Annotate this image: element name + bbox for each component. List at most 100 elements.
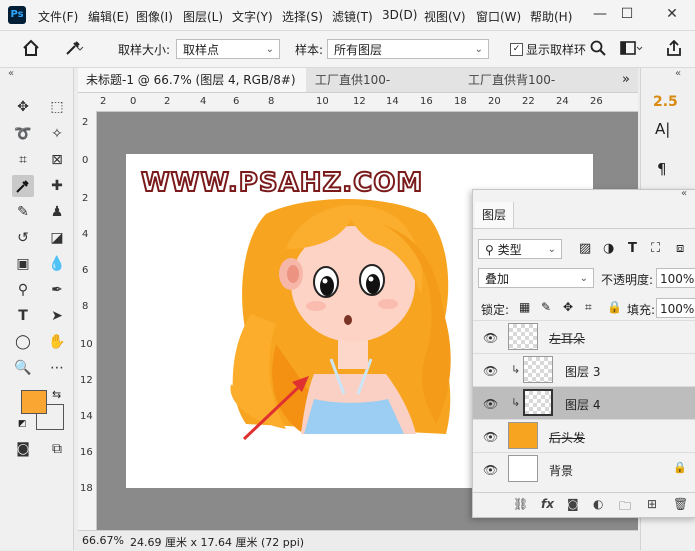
- sample-select[interactable]: 所有图层 ⌄: [327, 39, 489, 59]
- filter-adjustment-icon[interactable]: ◑: [603, 241, 614, 256]
- move-tool-icon[interactable]: ✥: [12, 96, 34, 118]
- menu-window[interactable]: 窗口(W): [476, 8, 521, 25]
- trash-icon[interactable]: 🗑: [673, 497, 688, 511]
- layer-name[interactable]: 图层 4: [565, 396, 600, 413]
- eyedropper-tool-icon[interactable]: [12, 175, 34, 197]
- sample-label: 样本:: [295, 43, 324, 57]
- search-icon[interactable]: [590, 40, 606, 59]
- more-tools-icon[interactable]: ⋯: [46, 357, 68, 379]
- filter-kind-select[interactable]: ⚲ 类型 ⌄: [478, 239, 562, 259]
- tab-untitled-1[interactable]: 未标题-1 @ 66.7% (图层 4, RGB/8#) *×: [78, 68, 306, 111]
- menu-image[interactable]: 图像(I): [136, 8, 173, 25]
- layer-row-layer-3[interactable]: 👁 ↳ 图层 3: [473, 353, 695, 387]
- frame-tool-icon[interactable]: ⊠: [46, 149, 68, 171]
- clone-stamp-tool-icon[interactable]: ♟: [46, 201, 68, 223]
- link-icon[interactable]: ⛓: [513, 497, 528, 511]
- quick-mask-icon[interactable]: ◙: [12, 438, 34, 460]
- filter-type-icon[interactable]: T: [628, 241, 637, 256]
- dodge-tool-icon[interactable]: ⚲: [12, 279, 34, 301]
- folder-icon[interactable]: 🗀: [619, 497, 631, 518]
- fill-input[interactable]: 100%: [656, 298, 695, 318]
- blend-mode-select[interactable]: 叠加 ⌄: [478, 268, 594, 288]
- hand-tool-icon[interactable]: ✋: [46, 331, 68, 353]
- visibility-eye-icon[interactable]: 👁: [483, 463, 498, 477]
- mask-icon[interactable]: ◙: [567, 497, 579, 511]
- menu-filter[interactable]: 滤镜(T): [332, 8, 373, 25]
- layer-row-background[interactable]: 👁 背景 🔒: [473, 452, 695, 486]
- menu-help[interactable]: 帮助(H): [530, 8, 572, 25]
- zoom-tool-icon[interactable]: 🔍: [12, 357, 34, 379]
- blur-tool-icon[interactable]: 💧: [46, 253, 68, 275]
- tab-layers[interactable]: 图层: [475, 202, 514, 228]
- layer-name[interactable]: 左耳朵: [549, 330, 585, 347]
- visibility-eye-icon[interactable]: 👁: [483, 430, 498, 444]
- path-selection-tool-icon[interactable]: ➤: [46, 305, 68, 327]
- lock-all-icon[interactable]: 🔒: [607, 300, 622, 314]
- layer-row-left-ear[interactable]: 👁 左耳朵: [473, 320, 695, 354]
- lock-pixels-icon[interactable]: ✎: [541, 300, 551, 314]
- filter-pixel-icon[interactable]: ▨: [579, 241, 591, 256]
- screen-mode-icon[interactable]: ⧉: [46, 438, 68, 460]
- paragraph-panel-icon[interactable]: ¶: [657, 160, 667, 178]
- menu-view[interactable]: 视图(V): [424, 8, 466, 25]
- lasso-tool-icon[interactable]: ➰: [12, 123, 34, 145]
- swap-colors-icon[interactable]: ⇆: [52, 388, 61, 401]
- menu-select[interactable]: 选择(S): [282, 8, 323, 25]
- layer-name[interactable]: 背景: [549, 462, 573, 479]
- filter-smart-object-icon[interactable]: ⧈: [676, 241, 684, 256]
- sample-size-select[interactable]: 取样点 ⌄: [176, 39, 280, 59]
- healing-brush-tool-icon[interactable]: ✚: [46, 175, 68, 197]
- tabs-overflow-icon[interactable]: »: [622, 72, 630, 87]
- visibility-eye-icon[interactable]: 👁: [483, 331, 498, 345]
- layer-row-layer-4[interactable]: 👁 ↳ 图层 4: [473, 386, 695, 420]
- opacity-input[interactable]: 100%: [656, 268, 695, 288]
- close-button[interactable]: ✕: [662, 4, 682, 24]
- visibility-eye-icon[interactable]: 👁: [483, 364, 498, 378]
- menu-file[interactable]: 文件(F): [38, 8, 78, 25]
- new-layer-icon[interactable]: ⊞: [647, 497, 657, 511]
- type-tool-icon[interactable]: T: [12, 305, 34, 327]
- brush-tool-icon[interactable]: ✎: [12, 201, 34, 223]
- layer-name[interactable]: 后头发: [549, 429, 585, 446]
- version-value[interactable]: 2.5: [653, 94, 678, 110]
- sample-value: 所有图层: [334, 43, 383, 57]
- layer-row-back-hair[interactable]: 👁 后头发: [473, 419, 695, 453]
- lock-artboard-icon[interactable]: ⌗: [585, 300, 592, 315]
- menu-3d[interactable]: 3D(D): [382, 8, 417, 22]
- tab-factory-100-200[interactable]: 工厂直供100-200.psd×: [307, 68, 459, 111]
- show-ring-checkbox[interactable]: ✓: [510, 43, 523, 56]
- magic-wand-tool-icon[interactable]: ✧: [46, 123, 68, 145]
- menu-edit[interactable]: 编辑(E): [88, 8, 129, 25]
- collapse-icon[interactable]: «: [681, 188, 687, 199]
- visibility-eye-icon[interactable]: 👁: [483, 397, 498, 411]
- home-icon[interactable]: [22, 39, 40, 60]
- lock-transparent-icon[interactable]: ▦: [519, 300, 530, 314]
- menu-type[interactable]: 文字(Y): [232, 8, 273, 25]
- crop-tool-icon[interactable]: ⌗: [12, 149, 34, 171]
- character-panel-icon[interactable]: A|: [655, 120, 670, 138]
- adjustment-icon[interactable]: ◐: [593, 497, 603, 511]
- share-icon[interactable]: [666, 39, 682, 60]
- search-icon: ⚲: [485, 243, 494, 257]
- eyedropper-preset-icon[interactable]: [64, 39, 86, 60]
- maximize-button[interactable]: ☐: [617, 4, 637, 24]
- history-brush-tool-icon[interactable]: ↺: [12, 227, 34, 249]
- marquee-tool-icon[interactable]: ⬚: [46, 96, 68, 118]
- collapse-icon[interactable]: «: [675, 68, 681, 79]
- foreground-color-swatch[interactable]: [21, 390, 47, 414]
- pen-tool-icon[interactable]: ✒: [46, 279, 68, 301]
- filter-shape-icon[interactable]: ⛶: [651, 241, 660, 256]
- eraser-tool-icon[interactable]: ◪: [46, 227, 68, 249]
- fx-icon[interactable]: fx: [541, 497, 554, 511]
- menu-layer[interactable]: 图层(L): [183, 8, 223, 25]
- ellipse-tool-icon[interactable]: ◯: [12, 331, 34, 353]
- workspace-icon[interactable]: [620, 41, 644, 60]
- minimize-button[interactable]: —: [590, 4, 610, 24]
- collapse-icon[interactable]: «: [8, 68, 14, 79]
- zoom-level[interactable]: 66.67%: [82, 534, 124, 547]
- layer-name[interactable]: 图层 3: [565, 363, 600, 380]
- default-colors-icon[interactable]: ◩: [18, 419, 27, 429]
- tab-factory-back-100-200[interactable]: 工厂直供背100-200.psd: [460, 68, 610, 111]
- gradient-tool-icon[interactable]: ▣: [12, 253, 34, 275]
- lock-position-icon[interactable]: ✥: [563, 300, 573, 314]
